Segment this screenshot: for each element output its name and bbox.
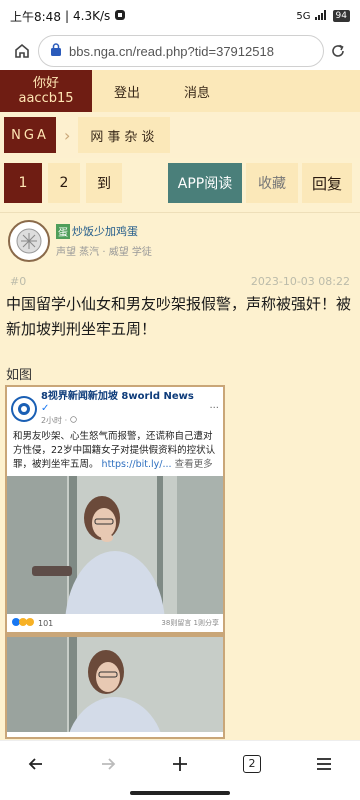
- home-icon[interactable]: [8, 37, 36, 65]
- reply-button[interactable]: 回复: [302, 163, 352, 203]
- page-next[interactable]: 2: [48, 163, 80, 203]
- post-title: 中国留学小仙女和男友吵架报假警，声称被强奸！被新加坡判刑坐牢五周！: [6, 295, 352, 338]
- home-indicator[interactable]: [130, 791, 230, 795]
- user-chip[interactable]: 你好 aaccb15: [0, 70, 92, 112]
- embedded-comments: 38则留言 1则分享: [161, 619, 219, 627]
- status-speed: 4.3K/s: [73, 9, 111, 23]
- battery-icon: 94: [332, 10, 350, 22]
- 8world-logo: [11, 395, 37, 422]
- favorite-button[interactable]: 收藏: [246, 163, 298, 203]
- status-separator: |: [64, 9, 69, 23]
- url-text: bbs.nga.cn/read.php?tid=37912518: [69, 43, 274, 59]
- logout-link[interactable]: 登出: [92, 70, 162, 112]
- status-bar: 上午8:48 | 4.3K/s 5G 94: [0, 0, 360, 32]
- reaction-count: 101: [38, 618, 54, 628]
- globe-icon: [69, 416, 77, 425]
- embedded-photo: [7, 476, 223, 614]
- browser-toolbar: bbs.nga.cn/read.php?tid=37912518: [0, 32, 360, 70]
- goto-page-button[interactable]: 到: [86, 163, 122, 203]
- tabs-button[interactable]: 2: [232, 744, 272, 784]
- messages-link[interactable]: 消息: [162, 70, 232, 112]
- address-bar[interactable]: bbs.nga.cn/read.php?tid=37912518: [38, 35, 324, 67]
- second-photo: [7, 632, 223, 732]
- secure-lock-icon: [49, 42, 63, 61]
- embedded-reactions: 101 38则留言 1则分享: [7, 614, 223, 632]
- back-icon[interactable]: [16, 744, 56, 784]
- username: aaccb15: [18, 91, 74, 106]
- user-badge: 蛋: [56, 223, 70, 239]
- embedded-more: ···: [209, 403, 219, 414]
- nga-logo[interactable]: NGA: [4, 117, 56, 153]
- browser-bottom-bar: 2: [0, 740, 360, 786]
- avatar[interactable]: [8, 219, 50, 262]
- post-meta: #0 2023-10-03 08:22: [10, 275, 350, 291]
- forum-breadcrumb: NGA › 网事杂谈: [0, 112, 360, 158]
- reaction-icons: [11, 617, 35, 629]
- forum-link[interactable]: 网事杂谈: [78, 117, 171, 153]
- forward-icon[interactable]: [88, 744, 128, 784]
- embedded-see-more: 查看更多: [174, 459, 213, 470]
- new-tab-icon[interactable]: [160, 744, 200, 784]
- verified-icon: ✓: [40, 403, 50, 414]
- signal-icon: [314, 9, 329, 23]
- author-name[interactable]: 炒饭少加鸡蛋: [72, 223, 138, 239]
- signal-label: 5G: [296, 10, 311, 22]
- embedded-header: 8视界新闻新加坡 8world News ✓ 2小时 · ···: [7, 387, 223, 426]
- embedded-page-name: 8视界新闻新加坡 8world News: [40, 391, 194, 402]
- post-date: 2023-10-03 08:22: [250, 275, 350, 288]
- breadcrumb-separator: ›: [64, 125, 71, 145]
- embedded-text: 和男友吵架、心生怒气而报警，还谎称自己遭对方性侵，22岁中国籍女子对提供假资料的…: [7, 426, 223, 476]
- embedded-time: 2小时 ·: [40, 416, 68, 425]
- post-caption: 如图: [6, 368, 33, 383]
- app-read-button[interactable]: APP阅读: [168, 163, 242, 203]
- tab-count: 2: [243, 754, 261, 773]
- vpn-icon: [114, 9, 126, 24]
- embedded-link: https://bit.ly/...: [101, 459, 172, 470]
- author-reputation: 声望 蒸汽 · 威望 学徒: [56, 247, 152, 258]
- page-current[interactable]: 1: [4, 163, 42, 203]
- pager-bar: 1 2 到 APP阅读 收藏 回复: [0, 160, 360, 206]
- nga-user-bar: 你好 aaccb15 登出 消息: [0, 70, 360, 112]
- menu-icon[interactable]: [304, 744, 344, 784]
- refresh-icon[interactable]: [324, 37, 352, 65]
- status-time: 上午8:48: [10, 9, 61, 24]
- gesture-bar: [0, 786, 360, 800]
- greeting: 你好: [32, 76, 59, 91]
- post-author: 蛋 炒饭少加鸡蛋 声望 蒸汽 · 威望 学徒: [0, 212, 360, 268]
- post-image[interactable]: 8视界新闻新加坡 8world News ✓ 2小时 · ··· 和男友吵架、心…: [5, 385, 225, 739]
- floor-number: #0: [10, 275, 27, 288]
